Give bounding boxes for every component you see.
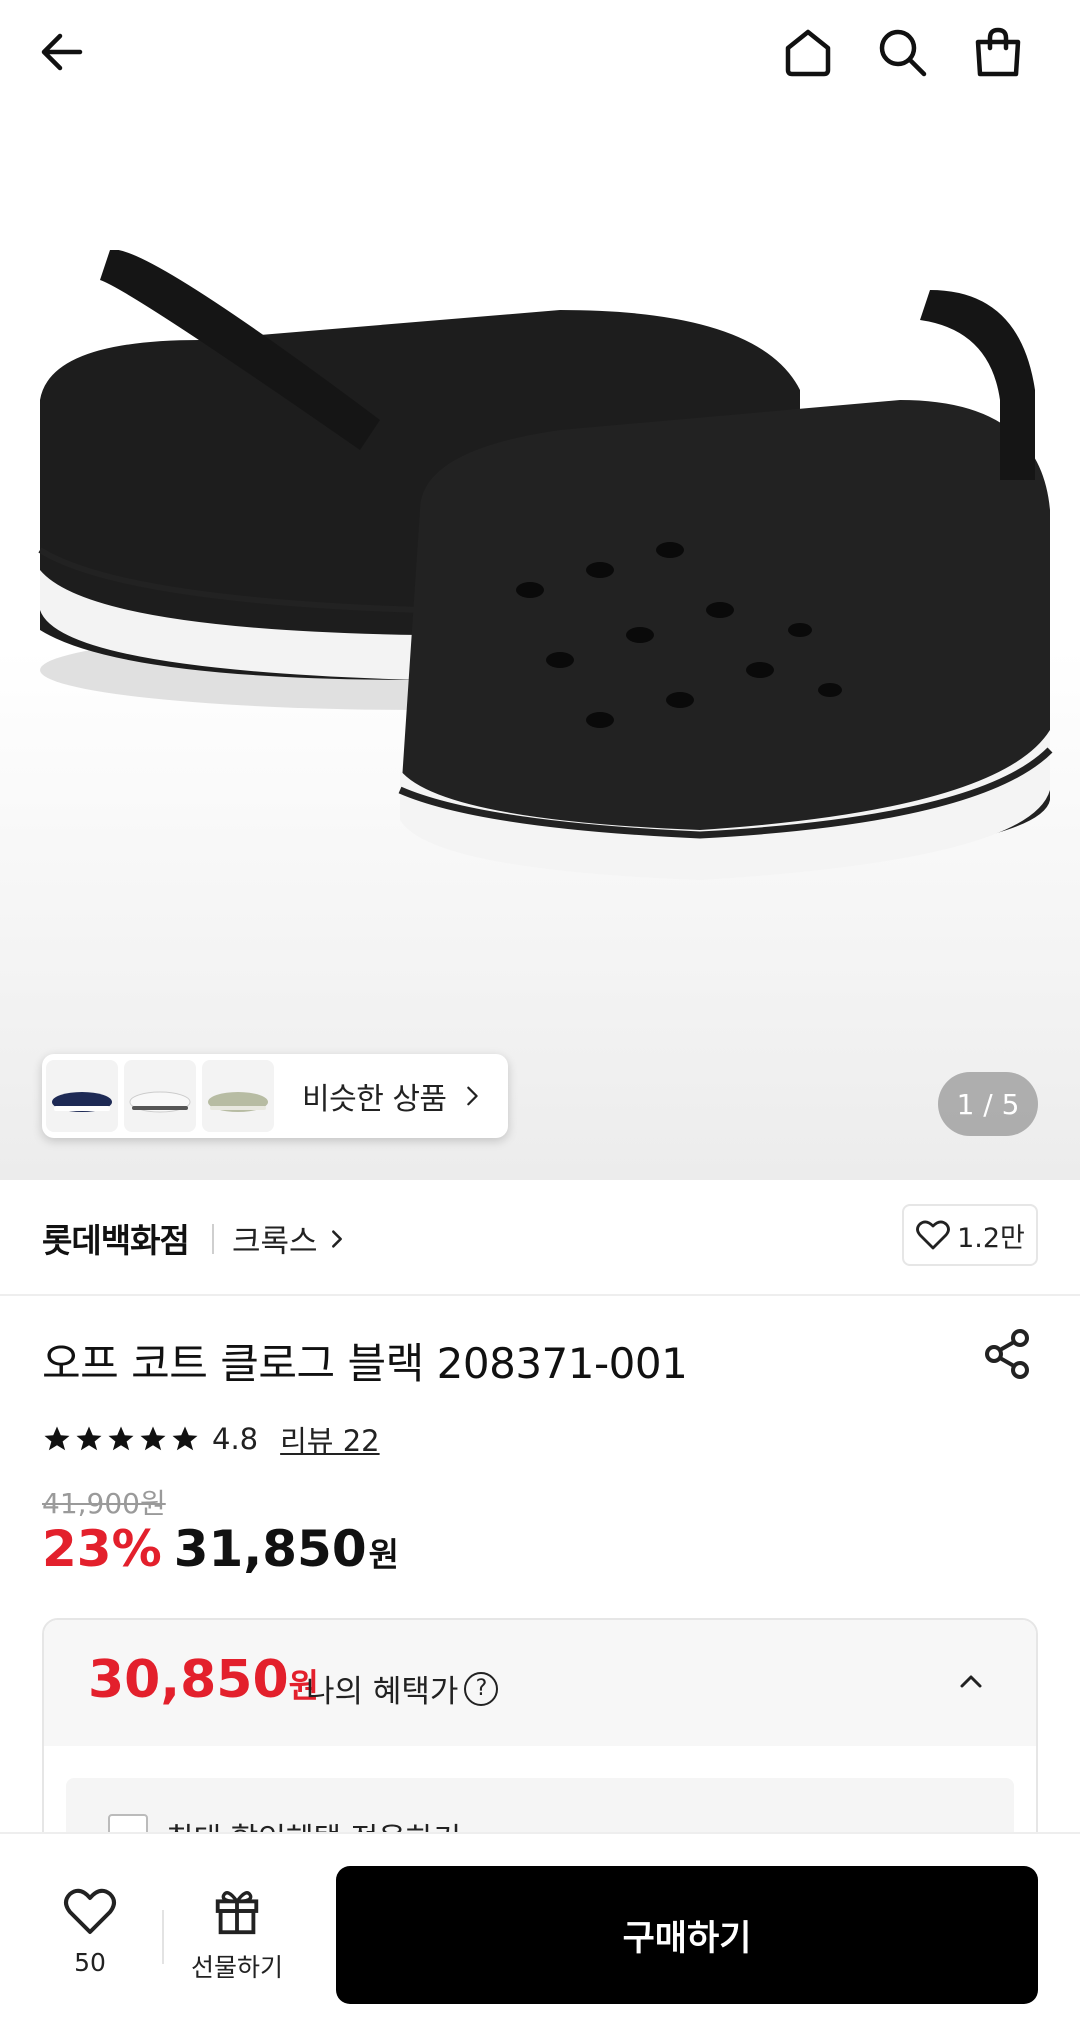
product-image (38, 250, 1053, 880)
heart-icon (64, 1888, 116, 1934)
benefit-label-text: 나의 혜택가 (306, 1674, 459, 1710)
benefit-price: 30,850원 (88, 1650, 319, 1710)
heart-icon (916, 1220, 951, 1250)
star-icon (76, 1426, 102, 1451)
home-icon (785, 29, 831, 77)
gift-icon (215, 1891, 259, 1935)
help-icon[interactable]: ? (464, 1671, 499, 1706)
review-link[interactable]: 리뷰 22 (280, 1418, 379, 1460)
arrow-left-icon (41, 33, 83, 71)
chevron-right-icon (466, 1086, 478, 1106)
similar-products-label: 비슷한 상품 (302, 1082, 447, 1117)
wishlist-count: 50 (74, 1948, 106, 1977)
wishlist-button[interactable]: 50 (44, 1884, 136, 1977)
similar-thumb-navy (46, 1060, 118, 1132)
gift-label: 선물하기 (190, 1953, 283, 1982)
sale-price: 31,850 (173, 1520, 367, 1578)
benefit-price-value: 30,850 (88, 1650, 289, 1710)
search-icon (879, 29, 927, 77)
star-icon (172, 1426, 198, 1451)
share-icon[interactable] (980, 1326, 1036, 1382)
divider (212, 1224, 214, 1254)
seller-row: 롯데백화점 크록스 1.2만 (0, 1180, 1080, 1296)
rating-value: 4.8 (212, 1422, 259, 1456)
home-button[interactable] (776, 20, 840, 84)
similar-products-button[interactable]: 비슷한 상품 (42, 1054, 508, 1138)
shopping-bag-icon (975, 27, 1021, 77)
price-unit: 원 (368, 1535, 400, 1574)
image-pager: 1 / 5 (938, 1072, 1038, 1136)
top-app-bar (0, 0, 1080, 110)
similar-thumb-green (202, 1060, 274, 1132)
like-count: 1.2만 (957, 1222, 1025, 1254)
search-button[interactable] (870, 20, 934, 84)
store-name[interactable]: 롯데백화점 (42, 1214, 190, 1262)
product-title: 오프 코트 클로그 블랙 208371-001 (42, 1339, 688, 1388)
back-button[interactable] (30, 20, 94, 84)
divider (162, 1910, 164, 1964)
benefit-label: 나의 혜택가 ? (306, 1666, 499, 1711)
star-icon (108, 1426, 134, 1451)
similar-thumb-white (124, 1060, 196, 1132)
chevron-right-icon (331, 1229, 342, 1248)
rating-row: 4.8 리뷰 22 (42, 1418, 380, 1460)
bottom-action-bar: 50 선물하기 구매하기 (0, 1832, 1080, 2032)
price-row: 23% 31,850 원 (42, 1520, 399, 1578)
like-button[interactable]: 1.2만 (902, 1204, 1038, 1266)
benefit-header[interactable]: 30,850원 나의 혜택가 ? (44, 1620, 1036, 1746)
star-icon (44, 1426, 70, 1451)
cart-button[interactable] (966, 20, 1030, 84)
product-image-gallery[interactable]: 비슷한 상품 1 / 5 (0, 0, 1080, 1180)
chevron-up-icon[interactable] (956, 1666, 986, 1696)
brand-name: 크록스 (232, 1224, 318, 1260)
star-icon (140, 1426, 166, 1451)
buy-button[interactable]: 구매하기 (336, 1866, 1038, 2004)
discount-rate: 23% (42, 1520, 162, 1578)
gift-button[interactable]: 선물하기 (184, 1884, 290, 1984)
brand-link[interactable]: 크록스 (232, 1216, 348, 1261)
star-rating (42, 1424, 202, 1454)
original-price: 41,900원 (42, 1487, 166, 1520)
